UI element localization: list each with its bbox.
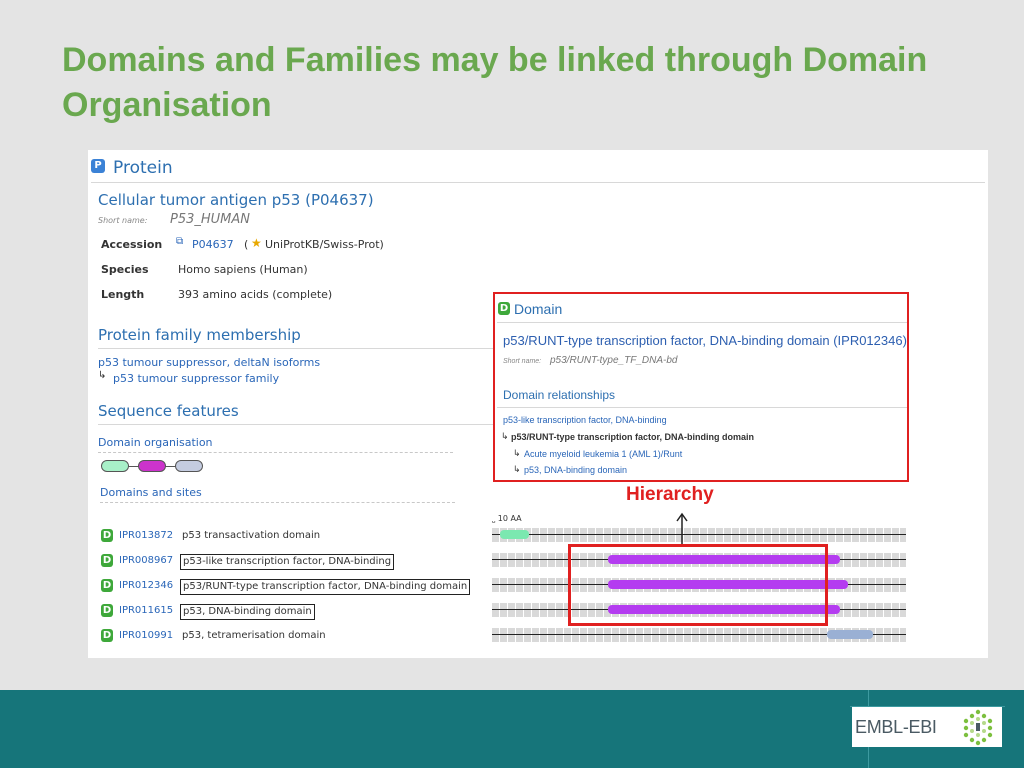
accession-label: Accession [101, 238, 163, 251]
rel-current: p53/RUNT-type transcription factor, DNA-… [511, 432, 755, 442]
domain-row-description: p53, tetramerisation domain [182, 630, 326, 641]
domains-sites-title: Domains and sites [100, 486, 202, 499]
domain-row-id-link[interactable]: IPR011615 [119, 605, 173, 616]
domain-icon: D [498, 302, 510, 315]
family-divider [98, 348, 498, 349]
length-label: Length [101, 288, 145, 301]
short-name-value: P53_HUMAN [170, 212, 251, 227]
relationships-title: Domain relationships [503, 388, 616, 402]
family-link-deltan[interactable]: p53 tumour suppressor, deltaN isoforms [98, 356, 320, 369]
rel-child-arrow-icon: ↳ [513, 448, 521, 458]
logo-text: EMBL-EBI [855, 717, 937, 737]
protein-name: Cellular tumor antigen p53 (P04637) [98, 191, 374, 209]
domain-row-id-link[interactable]: IPR012346 [119, 580, 173, 591]
domain-row-description: p53, DNA-binding domain [180, 604, 315, 620]
hexagon-logo-icon [963, 709, 993, 746]
domain-org-divider [98, 452, 453, 453]
accession-link[interactable]: P04637 [192, 238, 234, 251]
family-link-p53[interactable]: p53 tumour suppressor family [113, 372, 279, 385]
species-label: Species [101, 263, 149, 276]
scale-tick-icon: ⎵ [492, 514, 496, 523]
domain-row-track [492, 628, 906, 642]
rel-child-arrow-icon: ↳ [513, 464, 521, 474]
species-value: Homo sapiens (Human) [178, 263, 308, 276]
domain-callout: D Domain p53/RUNT-type transcription fac… [493, 292, 909, 482]
callout-header-divider [497, 322, 907, 323]
arrow-up-icon [676, 512, 688, 545]
length-value: 393 amino acids (complete) [178, 288, 333, 301]
pill-domain-1[interactable] [101, 460, 129, 472]
hierarchy-highlight-box [568, 544, 828, 626]
rel-child-link-p53[interactable]: p53, DNA-binding domain [524, 465, 627, 475]
domain-row-track-line [492, 534, 906, 535]
slide-title: Domains and Families may be linked throu… [62, 41, 928, 124]
domain-row-icon: D [101, 554, 113, 567]
rel-parent-link[interactable]: p53-like transcription factor, DNA-bindi… [503, 415, 667, 425]
scale-label: 10 AA [497, 514, 522, 523]
hierarchy-label: Hierarchy [626, 484, 714, 505]
accession-paren: ( [244, 238, 249, 251]
child-arrow-icon: ↳ [98, 370, 107, 381]
domain-row-description: p53 transactivation domain [182, 530, 321, 541]
callout-header: Domain [514, 301, 563, 317]
protein-header: Protein [113, 158, 173, 178]
domain-row-bar[interactable] [500, 530, 530, 539]
domain-row-icon: D [101, 629, 113, 642]
domains-sites-divider [100, 502, 455, 503]
domain-row-track [492, 528, 906, 542]
domain-row-id-link[interactable]: IPR008967 [119, 555, 173, 566]
family-title: Protein family membership [98, 326, 301, 344]
pill-domain-2[interactable] [138, 460, 166, 472]
domain-row-icon: D [101, 579, 113, 592]
external-link-icon[interactable]: ⧉ [176, 236, 183, 247]
embl-ebi-logo: EMBL-EBI [852, 707, 1002, 747]
domain-row-icon: D [101, 529, 113, 542]
domain-row-description: p53-like transcription factor, DNA-bindi… [180, 554, 395, 570]
callout-domain-name: p53/RUNT-type transcription factor, DNA-… [503, 333, 907, 348]
short-name-label: Short name: [98, 216, 148, 225]
callout-short-name-label: Short name: [503, 358, 542, 365]
domain-row-description: p53/RUNT-type transcription factor, DNA-… [180, 579, 471, 595]
sequence-divider [98, 424, 498, 425]
accession-source: UniProtKB/Swiss-Prot) [265, 238, 384, 251]
relationships-divider [497, 407, 907, 408]
domain-row-id-link[interactable]: IPR010991 [119, 630, 173, 641]
domain-row-icon: D [101, 604, 113, 617]
header-divider [91, 182, 985, 183]
star-icon: ★ [251, 236, 262, 250]
domain-organisation-title: Domain organisation [98, 436, 213, 449]
rel-child-link-aml[interactable]: Acute myeloid leukemia 1 (AML 1)/Runt [524, 449, 682, 459]
rel-arrow-icon: ↳ [501, 431, 509, 441]
domain-row-bar[interactable] [827, 630, 873, 639]
protein-icon: P [91, 159, 105, 173]
callout-short-name-value: p53/RUNT-type_TF_DNA-bd [550, 355, 678, 366]
scale-bar: ⎵ 10 AA [492, 514, 522, 524]
domain-row-id-link[interactable]: IPR013872 [119, 530, 173, 541]
pill-domain-3[interactable] [175, 460, 203, 472]
sequence-features-title: Sequence features [98, 402, 239, 420]
